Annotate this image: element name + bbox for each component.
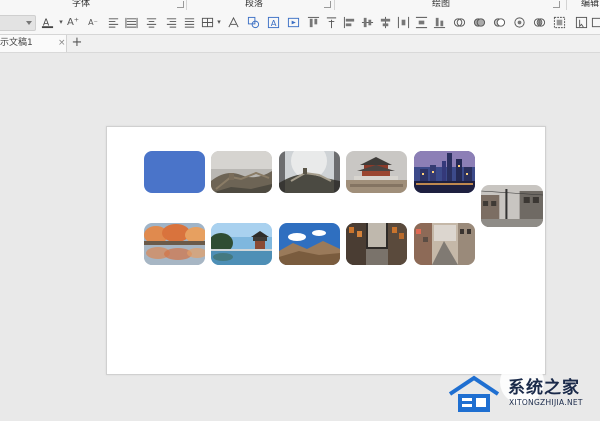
pagoda-lake-photo[interactable] — [211, 223, 272, 265]
align-left-icon[interactable] — [106, 15, 120, 29]
great-wall-misty-photo[interactable] — [211, 151, 272, 193]
slide-canvas[interactable] — [106, 126, 546, 375]
ribbon-group-editing-label: 编辑 — [581, 0, 600, 9]
distributed-align-icon[interactable] — [124, 15, 138, 29]
shrink-font-icon[interactable]: A⁻ — [86, 15, 100, 29]
temple-of-heaven-photo[interactable] — [346, 151, 407, 193]
align-center-objects-icon[interactable] — [378, 15, 392, 29]
group-divider — [186, 0, 187, 10]
autumn-lake-photo[interactable] — [144, 223, 205, 265]
combine-shapes-icon[interactable] — [492, 15, 506, 29]
distribute-vertical-icon[interactable] — [414, 15, 428, 29]
align-right-icon[interactable] — [164, 15, 178, 29]
city-night-skyline-photo[interactable] — [414, 151, 475, 193]
align-left-objects-icon[interactable] — [342, 15, 356, 29]
blue-rounded-rectangle[interactable] — [144, 151, 205, 193]
align-top-icon[interactable] — [306, 15, 320, 29]
site-watermark: 系统之家 XITONGZHIJIA.NET — [446, 360, 596, 416]
watermark-title: 系统之家 — [508, 378, 580, 398]
align-bottom-icon[interactable] — [432, 15, 446, 29]
close-tab-icon[interactable]: × — [58, 35, 66, 52]
font-color-icon[interactable]: A — [40, 15, 54, 29]
merge-shapes-icon[interactable] — [452, 15, 466, 29]
document-tab-bar: 示文稿1 × + — [0, 35, 600, 53]
lantern-street-photo[interactable] — [346, 223, 407, 265]
group-divider — [334, 0, 335, 10]
align-middle-icon[interactable] — [360, 15, 374, 29]
city-street-photo[interactable] — [414, 223, 475, 265]
text-box-icon[interactable]: A — [266, 15, 280, 29]
tab-title: 示文稿1 — [0, 38, 33, 48]
intersect-shapes-icon[interactable] — [532, 15, 546, 29]
fragment-shapes-icon[interactable] — [512, 15, 526, 29]
great-wall-sky-photo[interactable] — [279, 151, 340, 193]
text-direction-icon[interactable] — [226, 15, 240, 29]
grow-font-icon[interactable]: A⁺ — [66, 15, 80, 29]
new-tab-button[interactable]: + — [70, 35, 84, 52]
media-icon[interactable] — [286, 15, 300, 29]
house-logo-icon — [448, 375, 500, 412]
svg-text:A: A — [270, 18, 276, 28]
shapes-icon[interactable] — [246, 15, 260, 29]
old-street-photo-dragged[interactable] — [481, 185, 543, 227]
select-icon[interactable] — [574, 15, 588, 29]
tab-presentation1[interactable]: 示文稿1 — [0, 35, 67, 52]
distribute-horizontal-icon[interactable] — [396, 15, 410, 29]
find-icon[interactable] — [590, 15, 600, 29]
paragraph-dialog-launcher-icon[interactable] — [324, 1, 331, 8]
drawing-dialog-launcher-icon[interactable] — [553, 1, 560, 8]
ribbon-group-paragraph-label: 段落 — [245, 0, 264, 9]
chevron-down-icon[interactable] — [26, 21, 32, 25]
justify-icon[interactable] — [182, 15, 196, 29]
ribbon-group-drawing-label: 绘图 — [432, 0, 451, 9]
font-size-combo[interactable] — [0, 15, 36, 31]
ribbon-group-font-label: 字体 — [72, 0, 91, 9]
mountain-blue-sky-photo[interactable] — [279, 223, 340, 265]
group-objects-icon[interactable] — [552, 15, 566, 29]
font-dialog-launcher-icon[interactable] — [177, 1, 184, 8]
watermark-subtitle: XITONGZHIJIA.NET — [509, 398, 583, 407]
chevron-down-icon[interactable]: ▾ — [212, 15, 226, 29]
group-divider — [566, 0, 567, 10]
ribbon-toolbar: 字体 段落 绘图 编辑 A ▾ A⁺ A⁻ ▾ A — [0, 0, 600, 35]
align-text-top-icon[interactable] — [324, 15, 338, 29]
align-center-icon[interactable] — [144, 15, 158, 29]
union-shapes-icon[interactable] — [472, 15, 486, 29]
